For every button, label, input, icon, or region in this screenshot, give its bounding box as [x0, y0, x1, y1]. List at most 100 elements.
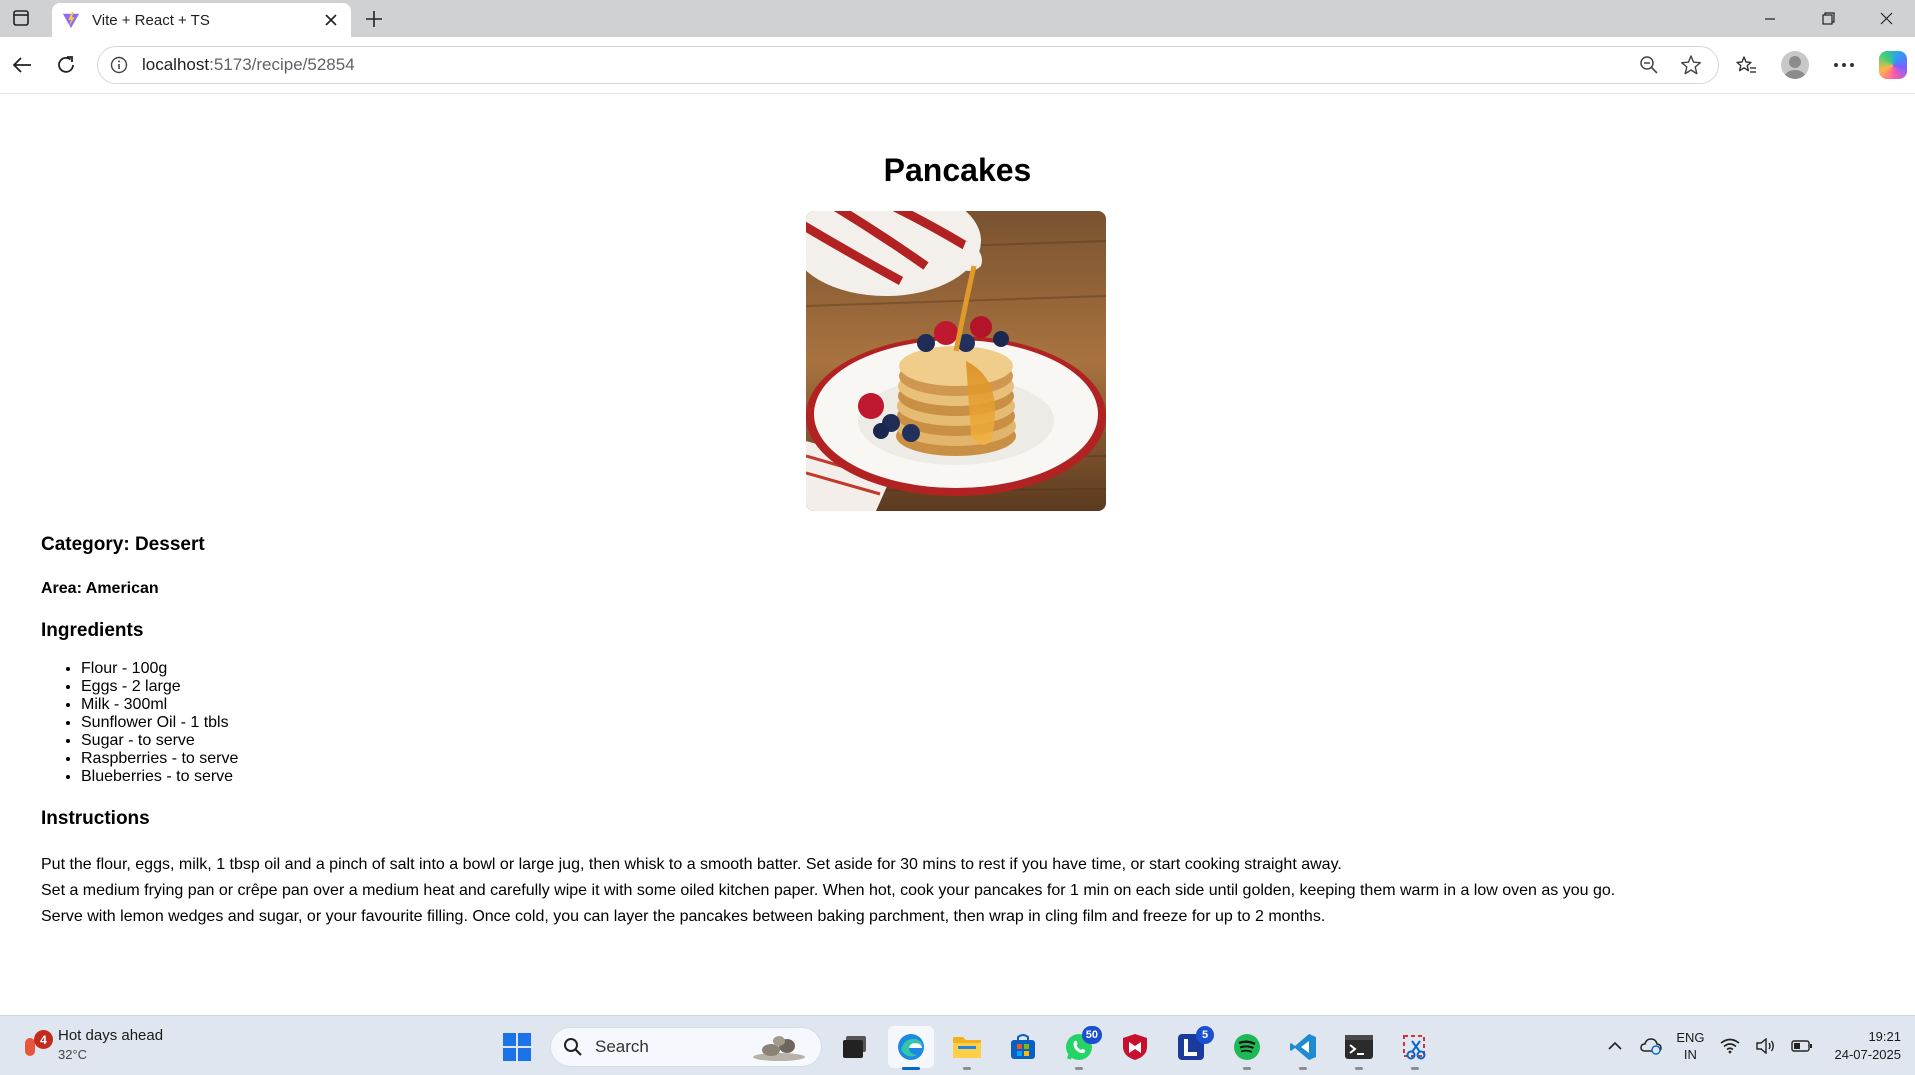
task-view-icon	[843, 1036, 866, 1058]
minimize-button[interactable]	[1741, 0, 1799, 37]
recipe-area: Area: American	[41, 580, 159, 597]
spotify-icon	[1234, 1034, 1260, 1060]
minimize-icon	[1765, 17, 1775, 20]
taskbar-search[interactable]: Search	[550, 1027, 822, 1067]
ingredient-item: Raspberries - to serve	[81, 750, 1841, 768]
ingredient-item: Sunflower Oil - 1 tbls	[81, 714, 1841, 732]
reload-button[interactable]	[52, 51, 80, 79]
weather-title: Hot days ahead	[58, 1027, 164, 1044]
ingredient-item: Blueberries - to serve	[81, 768, 1841, 786]
weather-badge: 4	[34, 1030, 53, 1049]
back-arrow-icon	[12, 57, 31, 73]
vscode-icon	[1290, 1034, 1316, 1060]
restore-button[interactable]	[1799, 0, 1857, 37]
close-icon	[1880, 12, 1892, 25]
browser-tab-active[interactable]: Vite + React + TS	[52, 3, 351, 37]
store-icon	[1011, 1034, 1035, 1059]
weather-widget[interactable]: 4 Hot days ahead 32°C	[22, 1027, 163, 1062]
taskbar-app-whatsapp[interactable]: 50	[1056, 1026, 1102, 1070]
clock-date: 24-07-2025	[1834, 1047, 1902, 1062]
browser-toolbar: localhost:5173/recipe/52854	[0, 37, 1915, 93]
onedrive-sync-icon[interactable]	[1640, 1035, 1663, 1057]
taskbar-app-edge[interactable]	[888, 1026, 934, 1070]
taskbar-app-mcafee[interactable]	[1112, 1026, 1158, 1068]
instruction-step: Set a medium frying pan or crêpe pan ove…	[41, 882, 1616, 899]
restore-icon	[1821, 12, 1835, 25]
search-highlight-icon	[753, 1036, 805, 1061]
ingredient-item: Sugar - to serve	[81, 732, 1841, 750]
ingredient-item: Milk - 300ml	[81, 696, 1841, 714]
language-code: ENG	[1676, 1030, 1705, 1045]
snipping-tool-icon	[1403, 1035, 1426, 1060]
taskbar-app-snipping-tool[interactable]	[1392, 1026, 1438, 1070]
l-app-badge: 5	[1196, 1026, 1214, 1044]
window-controls	[1741, 0, 1915, 37]
weather-temperature: 32°C	[58, 1047, 88, 1062]
url-path: :5173/recipe/52854	[209, 55, 355, 74]
tab-actions-icon	[13, 10, 29, 26]
whatsapp-badge: 50	[1081, 1026, 1102, 1044]
system-tray: ENG IN 19:21 24-07-2025	[1604, 1024, 1901, 1068]
vite-favicon-icon	[62, 11, 80, 29]
instructions-heading: Instructions	[41, 808, 150, 829]
recipe-category: Category: Dessert	[41, 534, 205, 555]
close-window-button[interactable]	[1857, 0, 1915, 37]
weather-icon: 4	[22, 1030, 53, 1060]
battery-icon[interactable]	[1790, 1035, 1813, 1057]
taskbar-app-store[interactable]	[1000, 1026, 1046, 1068]
start-button[interactable]	[494, 1026, 540, 1068]
windows-logo-icon	[503, 1033, 531, 1061]
tab-title: Vite + React + TS	[92, 11, 210, 29]
tab-close-icon[interactable]	[321, 10, 341, 30]
more-options-icon[interactable]	[1829, 50, 1859, 80]
clock-time: 19:21	[1868, 1029, 1901, 1044]
url-host: localhost	[142, 55, 210, 74]
tab-strip: Vite + React + TS	[0, 0, 1915, 37]
search-icon	[564, 1038, 582, 1056]
pancakes-photo	[806, 211, 1106, 511]
terminal-icon	[1345, 1035, 1373, 1059]
reload-icon	[58, 56, 74, 73]
folder-icon	[953, 1037, 981, 1058]
recipe-details: Category: Dessert Area: American Ingredi…	[41, 534, 1841, 930]
instructions-text: Put the flour, eggs, milk, 1 tbsp oil an…	[41, 852, 1841, 930]
ingredients-heading: Ingredients	[41, 620, 144, 641]
wifi-icon[interactable]	[1719, 1035, 1741, 1057]
recipe-title: Pancakes	[883, 152, 1032, 188]
instruction-step: Serve with lemon wedges and sugar, or yo…	[41, 908, 1326, 925]
page-viewport: Pancakes Category: Dessert Area: America…	[0, 93, 1915, 1015]
show-hidden-icons-chevron-icon[interactable]	[1604, 1035, 1626, 1057]
taskbar-app-file-explorer[interactable]	[944, 1026, 990, 1070]
taskbar-app-vscode[interactable]	[1280, 1026, 1326, 1070]
mcafee-shield-icon	[1123, 1034, 1147, 1060]
recipe-image	[806, 211, 1106, 511]
search-label: Search	[595, 1037, 649, 1056]
back-button[interactable]	[8, 51, 36, 79]
taskbar-app-terminal[interactable]	[1336, 1026, 1382, 1070]
url-text[interactable]: localhost:5173/recipe/52854	[142, 55, 1636, 75]
favorite-star-icon[interactable]	[1678, 52, 1704, 78]
input-language[interactable]: ENG IN	[1676, 1029, 1704, 1063]
copilot-icon[interactable]	[1879, 51, 1907, 79]
profile-avatar[interactable]	[1781, 51, 1809, 79]
instruction-step: Put the flour, eggs, milk, 1 tbsp oil an…	[41, 856, 1342, 873]
ingredient-item: Flour - 100g	[81, 660, 1841, 678]
site-info-icon[interactable]	[108, 54, 130, 76]
zoom-icon[interactable]	[1636, 52, 1662, 78]
taskbar-apps: Search 50 5	[494, 1026, 1438, 1070]
address-bar[interactable]: localhost:5173/recipe/52854	[97, 46, 1719, 84]
task-view-button[interactable]	[832, 1026, 878, 1068]
favorites-icon[interactable]	[1731, 50, 1761, 80]
edge-icon	[898, 1034, 924, 1060]
ingredients-list: Flour - 100g Eggs - 2 large Milk - 300ml…	[41, 660, 1841, 786]
volume-icon[interactable]	[1755, 1035, 1777, 1057]
region-code: IN	[1683, 1047, 1697, 1062]
taskbar-app-l[interactable]: 5	[1168, 1026, 1214, 1068]
system-clock[interactable]: 19:21 24-07-2025	[1835, 1028, 1902, 1064]
new-tab-button[interactable]	[360, 5, 388, 33]
taskbar-app-spotify[interactable]	[1224, 1026, 1270, 1070]
ingredient-item: Eggs - 2 large	[81, 678, 1841, 696]
plus-icon	[366, 11, 382, 27]
windows-taskbar: 4 Hot days ahead 32°C Search 50 5 ENG IN…	[0, 1015, 1915, 1075]
tab-actions-button[interactable]	[8, 6, 34, 30]
